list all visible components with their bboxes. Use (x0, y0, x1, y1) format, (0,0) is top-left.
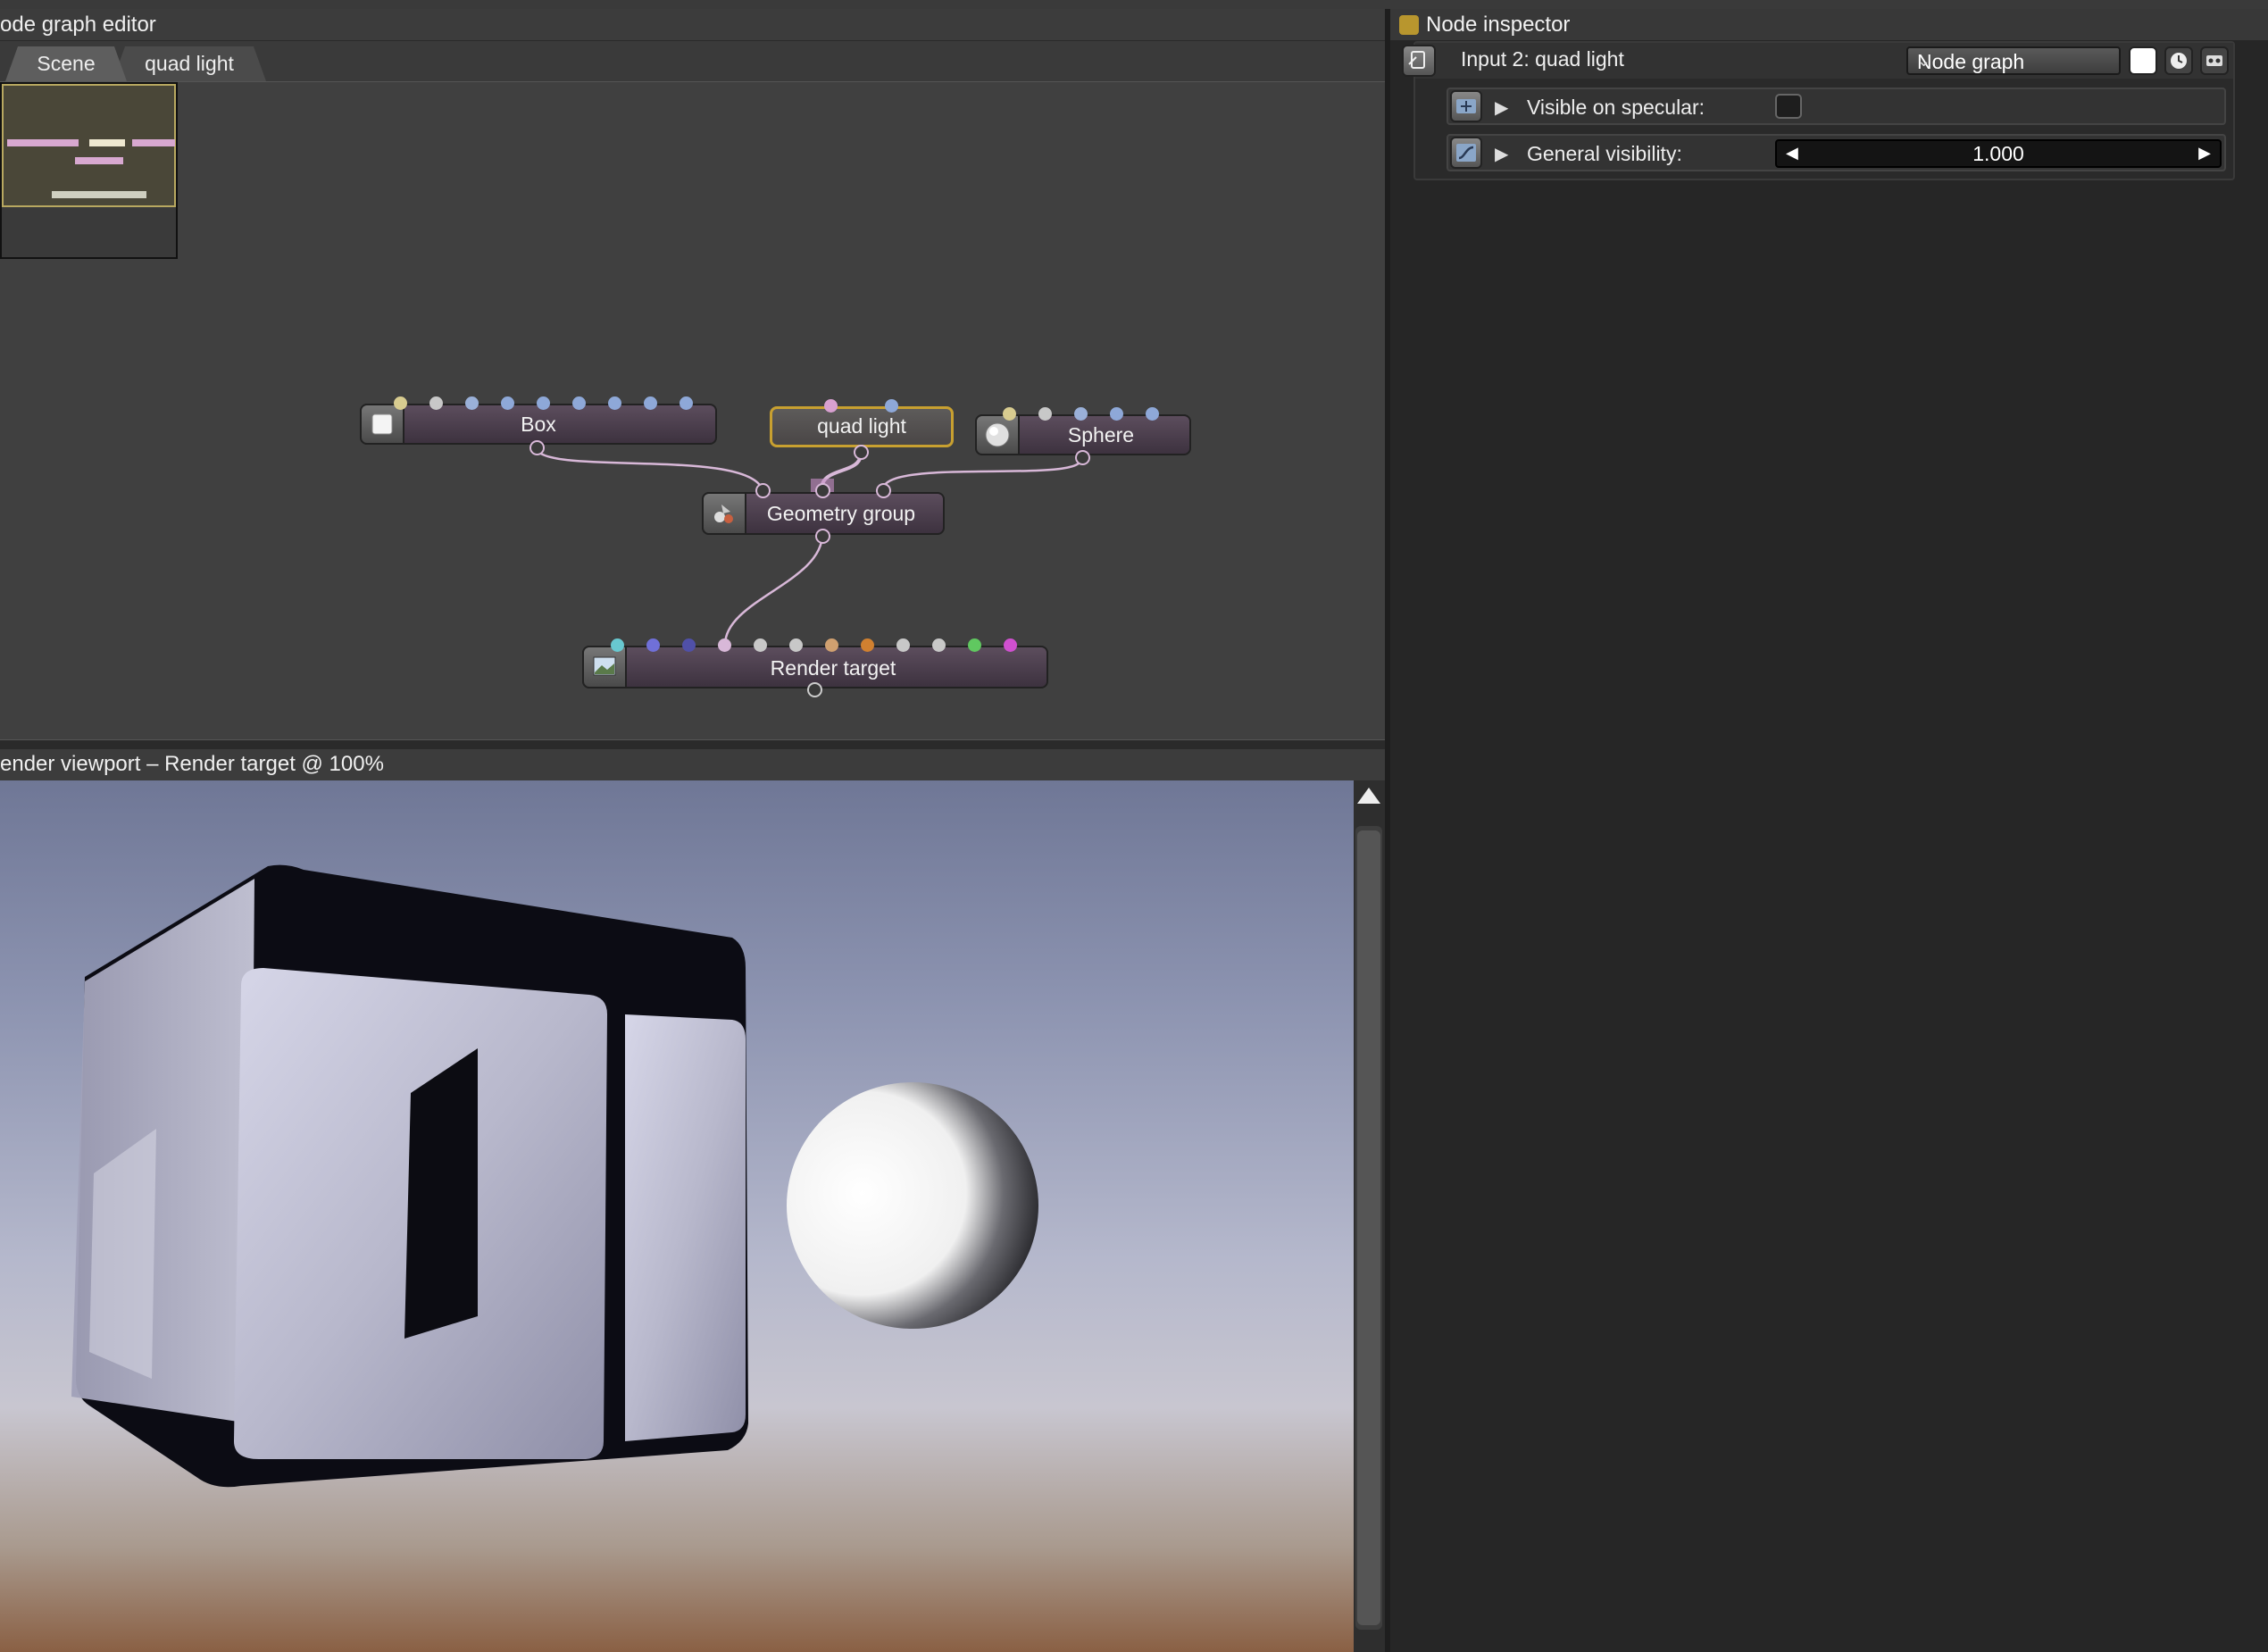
node-render-target-input-pin[interactable] (861, 638, 874, 652)
general-visibility-value: 1.000 (1972, 142, 2024, 165)
node-render-target-input-pin[interactable] (646, 638, 660, 652)
param-label: General visibility: (1527, 142, 1682, 165)
node-quad-light-input-pin[interactable] (885, 399, 898, 413)
node-sphere-input-pin[interactable] (1146, 407, 1159, 421)
node-quad-light-label: quad light (817, 414, 906, 438)
viewport-scroll-thumb[interactable] (1357, 830, 1380, 1625)
node-box-label: Box (521, 413, 556, 436)
tab-scene[interactable]: Scene (5, 46, 127, 81)
tab-quad-light[interactable]: quad light (113, 46, 266, 81)
node-sphere-input-pin[interactable] (1003, 407, 1016, 421)
node-render-target-input-pin[interactable] (754, 638, 767, 652)
render-image (71, 864, 1038, 1488)
node-render-target-input-pin[interactable] (932, 638, 946, 652)
node-render-target-output[interactable] (807, 682, 822, 697)
node-render-target-input-pin[interactable] (1004, 638, 1017, 652)
record-icon[interactable] (2200, 46, 2229, 75)
visible-on-specular-checkbox[interactable] (1775, 94, 1802, 119)
node-box-input-pin[interactable] (608, 396, 621, 410)
geometry-group-input-1[interactable] (755, 483, 771, 498)
node-sphere-input-pin[interactable] (1110, 407, 1123, 421)
inspector-input-label: Input 2: quad light (1461, 47, 1624, 71)
node-sphere-input-pin[interactable] (1038, 407, 1052, 421)
node-render-target-input-pin[interactable] (825, 638, 838, 652)
node-sphere-output[interactable] (1075, 450, 1090, 465)
color-swatch-button[interactable] (2129, 46, 2157, 75)
node-quad-light-input-pin[interactable] (824, 399, 838, 413)
general-visibility-slider[interactable]: ◀ 1.000 ▶ (1775, 139, 2222, 168)
geometry-group-input-2[interactable] (815, 483, 830, 498)
node-box-output[interactable] (529, 440, 545, 455)
node-render-target-input-pin[interactable] (718, 638, 731, 652)
node-box-input-pin[interactable] (572, 396, 586, 410)
viewport-title: ender viewport – Render target @ 100% (0, 752, 384, 776)
node-box-input-pin[interactable] (537, 396, 550, 410)
node-box-input-pin[interactable] (394, 396, 407, 410)
node-render-target-label: Render target (770, 656, 896, 680)
link-box-to-group (535, 449, 764, 491)
node-geometry-group-output[interactable] (815, 529, 830, 544)
node-render-target-input-pin[interactable] (611, 638, 624, 652)
node-sphere-label: Sphere (1067, 423, 1135, 446)
link-group-to-render (723, 533, 824, 646)
node-box-input-pin[interactable] (429, 396, 443, 410)
geometry-group-input-3[interactable] (876, 483, 891, 498)
node-box-input-pin[interactable] (465, 396, 479, 410)
node-box-input-pin[interactable] (644, 396, 657, 410)
node-render-target-input-pin[interactable] (968, 638, 981, 652)
render-viewport[interactable] (0, 780, 1354, 1652)
inspector-title: Node inspector (1426, 13, 1571, 37)
input-source-dropdown[interactable]: Node graph ⌄ (1906, 46, 2121, 75)
chevron-down-icon: ⌄ (1917, 52, 1931, 70)
node-graph-title-bar: ode graph editor (0, 9, 1385, 41)
node-inspector-panel (1390, 9, 2268, 1652)
link-sphere-to-group (881, 458, 1083, 490)
collapse-arrow-icon[interactable]: ▶ (1495, 96, 1508, 119)
collapse-arrow-icon[interactable]: ▶ (1495, 143, 1508, 165)
inspector-color-swatch (1399, 15, 1419, 35)
clock-icon[interactable] (2164, 46, 2193, 75)
node-box[interactable]: Box (360, 404, 717, 445)
node-geometry-group-label: Geometry group (766, 502, 916, 525)
node-quad-light[interactable]: quad light (770, 406, 954, 447)
node-group-icon[interactable] (1402, 45, 1436, 77)
inspector-title-bar: Node inspector (1390, 9, 2268, 40)
toggle-param-icon[interactable] (1450, 90, 1482, 122)
viewport-title-bar: ender viewport – Render target @ 100% (0, 749, 1385, 780)
curve-icon[interactable] (1450, 137, 1482, 169)
param-row-visible-on-specular: ▶ Visible on specular: (1447, 88, 2226, 125)
node-graph-title: ode graph editor (0, 13, 156, 37)
node-quad-light-output[interactable] (854, 445, 869, 460)
node-render-target-input-pin[interactable] (682, 638, 696, 652)
node-box-input-pin[interactable] (680, 396, 693, 410)
node-box-input-pin[interactable] (501, 396, 514, 410)
node-render-target-input-pin[interactable] (789, 638, 803, 652)
param-label: Visible on specular: (1527, 96, 1705, 119)
node-sphere-input-pin[interactable] (1074, 407, 1088, 421)
scroll-up-arrow-icon[interactable] (1355, 786, 1382, 805)
node-render-target-input-pin[interactable] (896, 638, 910, 652)
slider-increment-icon[interactable]: ▶ (2198, 144, 2211, 163)
